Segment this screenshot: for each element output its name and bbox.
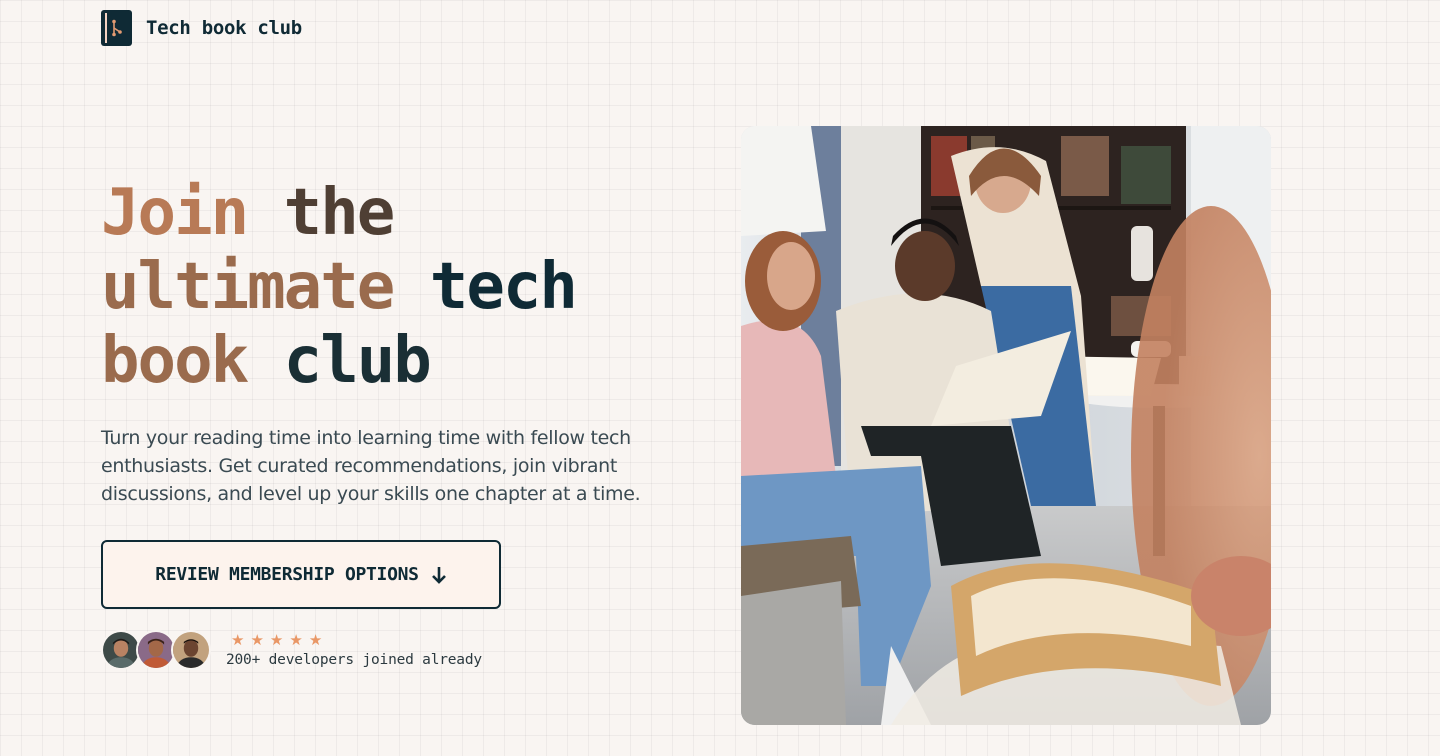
hero-title-word: Join <box>101 176 249 250</box>
rating: ★ ★ ★ ★ ★ 200+ developers joined already <box>226 632 482 668</box>
hero-title-word: tech <box>429 250 578 324</box>
star-icon: ★ <box>289 631 303 649</box>
brand-name[interactable]: Tech book club <box>146 17 302 39</box>
hero-photo <box>741 126 1271 725</box>
star-rating: ★ ★ ★ ★ ★ <box>226 632 482 648</box>
member-avatars <box>101 630 211 670</box>
site-header: Tech book club <box>101 10 302 46</box>
star-icon: ★ <box>269 631 284 649</box>
hero-title-word: the <box>283 176 396 250</box>
social-proof: ★ ★ ★ ★ ★ 200+ developers joined already <box>101 630 482 670</box>
hero-title-word: book <box>101 324 249 398</box>
arrow-down-icon <box>431 566 446 584</box>
hero-title: Join the ultimate tech book club <box>101 176 701 398</box>
hero-description: Turn your reading time into learning tim… <box>101 427 641 505</box>
avatar <box>101 630 141 670</box>
star-icon: ★ <box>231 631 245 649</box>
star-icon: ★ <box>308 631 323 649</box>
members-count-text: 200+ developers joined already <box>226 652 482 668</box>
review-membership-button[interactable]: REVIEW MEMBERSHIP OPTIONS <box>101 540 501 609</box>
avatar <box>136 630 176 670</box>
hero-title-word: club <box>283 324 432 398</box>
avatar <box>171 630 211 670</box>
star-icon: ★ <box>250 631 264 649</box>
review-membership-label: REVIEW MEMBERSHIP OPTIONS <box>155 564 419 585</box>
book-logo-icon[interactable] <box>101 10 132 46</box>
hero-title-word: ultimate <box>101 250 395 324</box>
